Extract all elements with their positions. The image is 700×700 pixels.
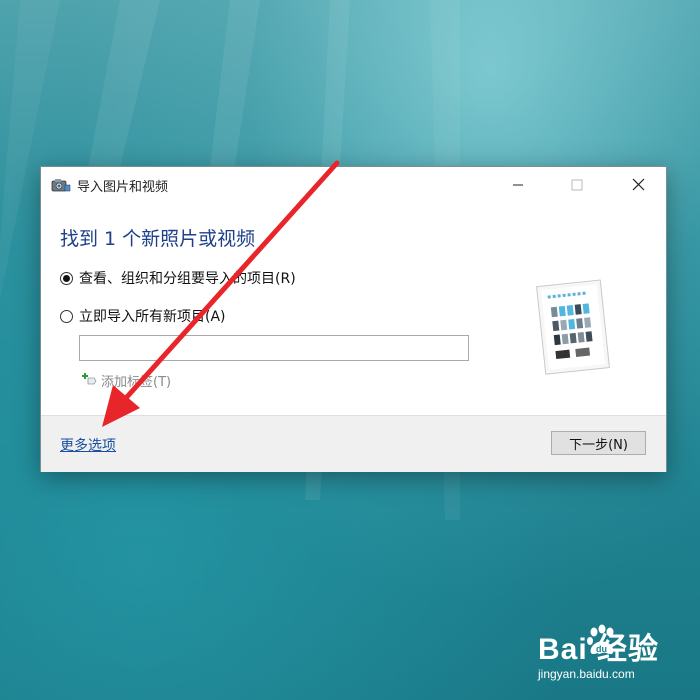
option-review-organize[interactable]: 查看、组织和分组要导入的项目(R): [60, 267, 296, 289]
baidu-paw-icon: du: [587, 624, 614, 654]
dialog-heading: 找到 1 个新照片或视频: [60, 228, 256, 250]
option-import-all[interactable]: 立即导入所有新项目(A): [60, 305, 226, 327]
photo-import-illustration: [536, 279, 610, 375]
radio-import-all[interactable]: [60, 309, 73, 323]
close-button[interactable]: [617, 167, 661, 203]
maximize-icon: [571, 179, 583, 191]
radio-review-selected[interactable]: [60, 271, 73, 285]
baidu-jingyan-watermark: Bai 经验 du jingyan.baidu.com: [520, 622, 690, 686]
add-tag-link[interactable]: 添加标签(T): [81, 370, 171, 390]
window-title: 导入图片和视频: [77, 180, 169, 195]
add-tag-label[interactable]: 添加标签(T): [101, 371, 171, 390]
minimize-icon: [513, 184, 523, 186]
title-bar: 导入图片和视频: [41, 167, 666, 203]
next-button[interactable]: 下一步(N): [551, 431, 646, 455]
option-import-all-label[interactable]: 立即导入所有新项目(A): [79, 306, 226, 326]
svg-text:du: du: [596, 644, 607, 654]
import-dialog: 导入图片和视频 找到 1 个新照片或视频 查看、组织和分组要导入的项目(R) 立…: [40, 166, 667, 472]
watermark-url: jingyan.baidu.com: [538, 667, 635, 681]
close-icon: [632, 178, 645, 191]
tag-input[interactable]: [79, 335, 469, 361]
more-options-link[interactable]: 更多选项: [60, 435, 116, 455]
option-review-label[interactable]: 查看、组织和分组要导入的项目(R): [79, 268, 296, 288]
add-tag-icon: [82, 373, 97, 385]
dialog-footer: 更多选项 下一步(N): [41, 415, 666, 472]
maximize-button[interactable]: [555, 167, 599, 203]
import-app-icon: [51, 179, 71, 192]
minimize-button[interactable]: [496, 167, 540, 203]
